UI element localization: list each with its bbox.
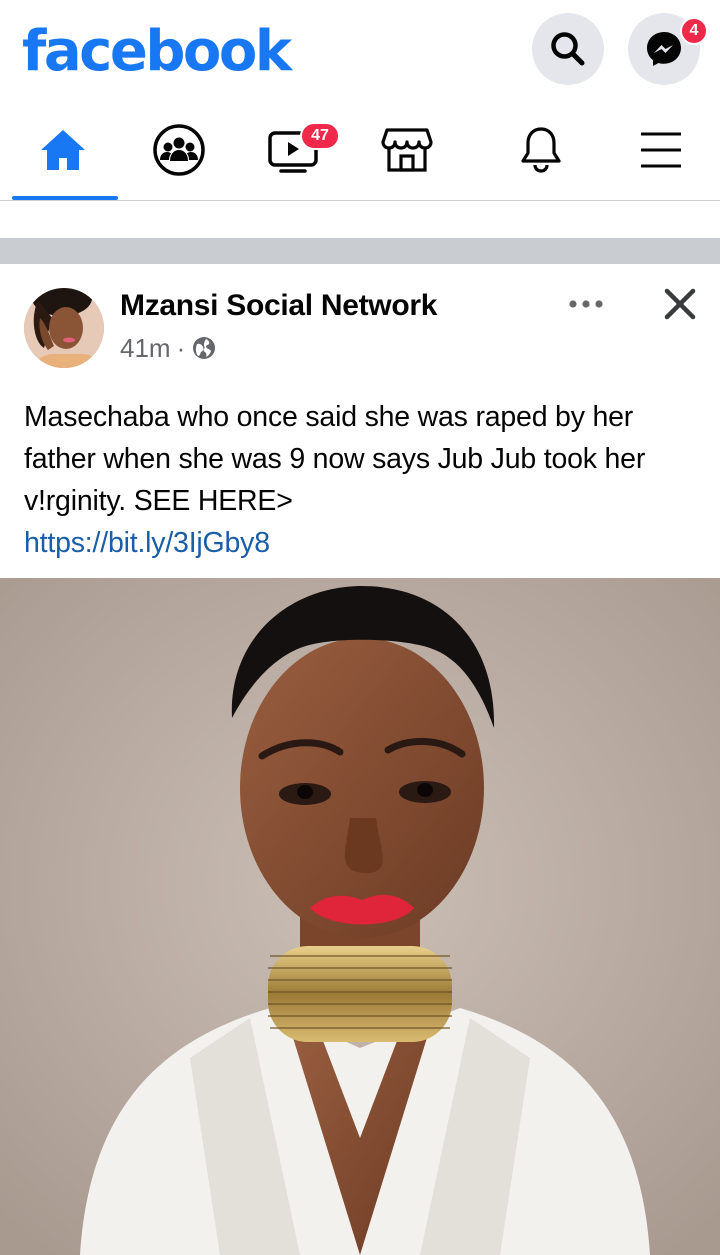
post-time[interactable]: 41m: [120, 332, 171, 364]
meta-separator: ·: [176, 333, 186, 363]
watch-badge: 47: [300, 122, 340, 150]
nav-tabs: 47: [0, 100, 720, 200]
nav-divider: [0, 200, 720, 201]
more-icon: [569, 300, 603, 308]
tab-menu[interactable]: [604, 100, 718, 200]
tab-home[interactable]: [6, 100, 120, 200]
hide-post-button[interactable]: [658, 282, 702, 326]
avatar[interactable]: [24, 288, 104, 368]
post-meta: 41m ·: [120, 332, 217, 364]
messenger-badge: 4: [680, 17, 708, 45]
close-icon: [664, 288, 696, 320]
facebook-logo[interactable]: facebook: [22, 16, 292, 88]
top-bar: facebook 4: [0, 0, 720, 100]
search-button[interactable]: [532, 13, 604, 85]
feed-separator: [0, 238, 720, 264]
menu-icon: [641, 132, 681, 168]
portrait-image: [0, 578, 720, 1255]
globe-icon: [193, 337, 216, 359]
post-message: Masechaba who once said she was raped by…: [24, 401, 646, 517]
messenger-icon: [647, 32, 681, 66]
home-icon: [41, 130, 85, 170]
bell-icon: [521, 127, 561, 173]
post-author[interactable]: Mzansi Social Network: [120, 288, 437, 324]
post-link[interactable]: https://bit.ly/3IjGby8: [24, 522, 694, 564]
post-photo[interactable]: [0, 578, 720, 1255]
marketplace-icon: [381, 128, 433, 172]
messenger-button[interactable]: 4: [628, 13, 708, 85]
search-icon: [551, 32, 585, 66]
groups-icon: [153, 124, 205, 176]
post-body: Masechaba who once said she was raped by…: [24, 396, 694, 564]
tab-watch[interactable]: 47: [236, 100, 350, 200]
avatar-image: [24, 288, 104, 368]
tab-notifications[interactable]: [484, 100, 598, 200]
tab-groups[interactable]: [122, 100, 236, 200]
more-options-button[interactable]: [564, 282, 608, 326]
tab-marketplace[interactable]: [350, 100, 464, 200]
